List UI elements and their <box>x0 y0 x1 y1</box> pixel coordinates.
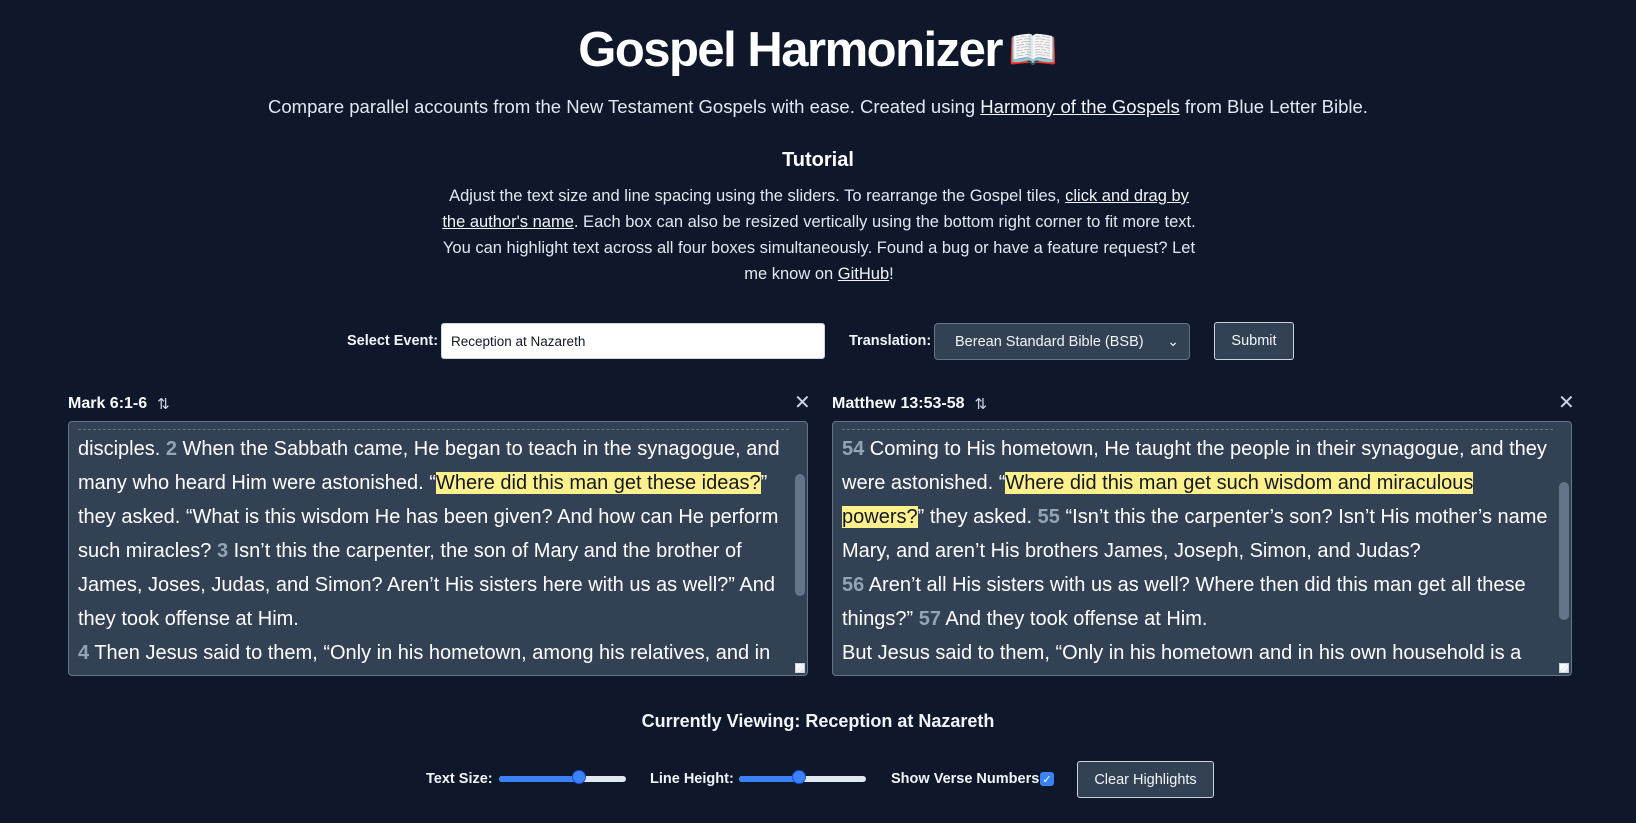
verse-text[interactable]: And they took offense at Him. <box>941 608 1207 630</box>
scroll-cutoff-line <box>78 424 789 430</box>
verse-number[interactable]: 55 <box>1038 506 1060 528</box>
app-title: Gospel Harmonizer 📖 <box>0 22 1636 78</box>
panel-header-matthew[interactable]: Matthew 13:53-58 ⇅ <box>832 393 987 415</box>
line-height-label: Line Height: <box>650 771 734 787</box>
app-title-text: Gospel Harmonizer <box>578 23 1003 77</box>
resize-grip-icon[interactable] <box>795 663 805 673</box>
verse-numbers-label: Show Verse Numbers <box>891 771 1040 787</box>
tutorial-text-3: ! <box>889 265 894 283</box>
checkmark-icon: ✓ <box>1042 773 1052 786</box>
scroll-cutoff-line <box>842 424 1553 430</box>
resize-grip-icon[interactable] <box>1559 663 1569 673</box>
translation-select[interactable]: Berean Standard Bible (BSB) ⌄ <box>934 323 1190 360</box>
verse-text[interactable]: disciples. <box>78 438 166 460</box>
verse-text[interactable]: ” they asked. <box>918 506 1038 528</box>
viewing-event: Reception at Nazareth <box>805 711 995 731</box>
viewing-prefix: Currently Viewing: <box>641 711 806 731</box>
app-subtitle: Compare parallel accounts from the New T… <box>0 96 1636 118</box>
slider-thumb[interactable] <box>572 770 586 784</box>
slider-fill <box>739 776 799 782</box>
close-icon[interactable]: ✕ <box>1558 390 1575 415</box>
verse-number[interactable]: 54 <box>842 438 864 460</box>
gospel-panel-mark[interactable]: disciples. 2 When the Sabbath came, He b… <box>68 421 808 676</box>
line-height-slider[interactable] <box>739 770 866 785</box>
book-icon: 📖 <box>1007 28 1058 72</box>
scrollbar[interactable] <box>1559 482 1569 620</box>
subtitle-prefix: Compare parallel accounts from the New T… <box>268 96 981 117</box>
submit-button[interactable]: Submit <box>1214 322 1294 360</box>
panel-header-mark[interactable]: Mark 6:1-6 ⇅ <box>68 393 170 415</box>
slider-fill <box>499 776 579 782</box>
text-size-label: Text Size: <box>426 771 493 787</box>
github-link[interactable]: GitHub <box>838 265 889 283</box>
close-icon[interactable]: ✕ <box>794 390 811 415</box>
chevron-down-icon: ⌄ <box>1167 333 1179 349</box>
scrollbar[interactable] <box>795 474 805 596</box>
tutorial-text-1: Adjust the text size and line spacing us… <box>449 187 1066 205</box>
translation-value: Berean Standard Bible (BSB) <box>955 333 1144 350</box>
panel-reference[interactable]: Mark 6:1-6 <box>68 395 147 413</box>
verse-number[interactable]: 4 <box>78 642 89 664</box>
verse-text[interactable]: Then Jesus said to them, “Only in his ho… <box>89 642 770 664</box>
slider-thumb[interactable] <box>792 770 806 784</box>
verse-number[interactable]: 3 <box>217 540 228 562</box>
subtitle-suffix: from Blue Letter Bible. <box>1179 96 1368 117</box>
tutorial-heading: Tutorial <box>782 149 854 171</box>
swap-vertical-icon[interactable]: ⇅ <box>975 395 988 413</box>
verse-number[interactable]: 2 <box>166 438 177 460</box>
panel-reference[interactable]: Matthew 13:53-58 <box>832 395 965 413</box>
panel-text[interactable]: 54 Coming to His hometown, He taught the… <box>842 424 1553 670</box>
event-input[interactable] <box>441 323 825 359</box>
harmony-link[interactable]: Harmony of the Gospels <box>980 96 1179 117</box>
event-label: Select Event: <box>347 333 439 349</box>
clear-highlights-button[interactable]: Clear Highlights <box>1077 761 1214 798</box>
highlighted-text[interactable]: Where did this man get these ideas? <box>435 472 761 494</box>
translation-label: Translation: <box>849 333 932 349</box>
verse-text[interactable]: But Jesus said to them, “Only in his hom… <box>842 642 1521 664</box>
text-size-slider[interactable] <box>499 770 626 785</box>
panel-text[interactable]: disciples. 2 When the Sabbath came, He b… <box>78 424 789 670</box>
swap-vertical-icon[interactable]: ⇅ <box>157 395 170 413</box>
tutorial-text: Adjust the text size and line spacing us… <box>436 183 1202 287</box>
gospel-panel-matthew[interactable]: 54 Coming to His hometown, He taught the… <box>832 421 1572 676</box>
currently-viewing: Currently Viewing: Reception at Nazareth <box>0 711 1636 732</box>
verse-number[interactable]: 56 <box>842 574 864 596</box>
verse-numbers-checkbox[interactable]: ✓ <box>1040 772 1054 786</box>
verse-number[interactable]: 57 <box>919 608 941 630</box>
